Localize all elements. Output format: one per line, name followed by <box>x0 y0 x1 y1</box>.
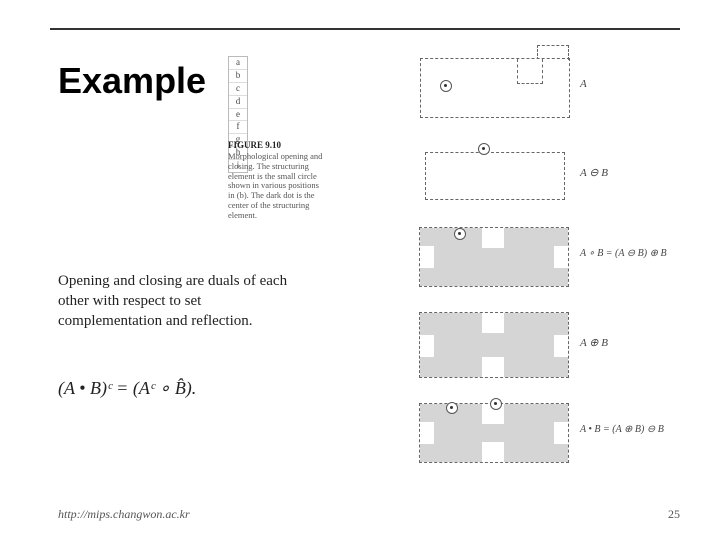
panel-key-a: a <box>229 57 247 70</box>
figure-row-b-label: A ⊖ B <box>580 166 608 179</box>
figure-row-d: A ⊕ B <box>420 316 680 376</box>
figure-number: FIGURE 9.10 <box>228 140 281 150</box>
top-rule <box>50 28 680 30</box>
structuring-element-icon <box>440 80 452 92</box>
figure-row-c: A ∘ B = (A ⊖ B) ⊕ B <box>420 228 680 288</box>
figure-row-e-label: A • B = (A ⊕ B) ⊖ B <box>580 424 664 435</box>
figure-row-b: A ⊖ B <box>420 146 680 200</box>
panel-key-c: c <box>229 83 247 96</box>
panel-key-b: b <box>229 70 247 83</box>
figure-caption: Morphological opening and closing. The s… <box>228 152 323 220</box>
structuring-element-icon <box>478 143 490 155</box>
figure-row-a: A <box>420 58 680 118</box>
panel-key-d: d <box>229 96 247 109</box>
footer-url: http://mips.changwon.ac.kr <box>58 507 190 522</box>
page-number: 25 <box>668 507 680 522</box>
structuring-element-icon <box>454 228 466 240</box>
body-text: Opening and closing are duals of each ot… <box>58 272 288 331</box>
structuring-element-icon <box>490 398 502 410</box>
opening-shape <box>420 228 568 286</box>
dilation-shape <box>420 313 568 377</box>
erosion-shape <box>425 152 565 200</box>
closing-shape <box>420 404 568 462</box>
figure-row-d-label: A ⊕ B <box>580 336 608 349</box>
figure-row-e: A • B = (A ⊕ B) ⊖ B <box>420 404 680 464</box>
figure-row-a-label: A <box>580 78 587 90</box>
figure-row-c-label: A ∘ B = (A ⊖ B) ⊕ B <box>580 248 667 259</box>
slide-title: Example <box>58 60 206 102</box>
panel-key-f: f <box>229 121 247 134</box>
panel-key-e: e <box>229 109 247 122</box>
figure-column: A A ⊖ B A ∘ B = (A ⊖ B) ⊕ B <box>420 58 680 492</box>
structuring-element-icon <box>446 402 458 414</box>
duality-equation: (A • B)ᶜ = (Aᶜ ∘ B̂). <box>58 378 196 399</box>
